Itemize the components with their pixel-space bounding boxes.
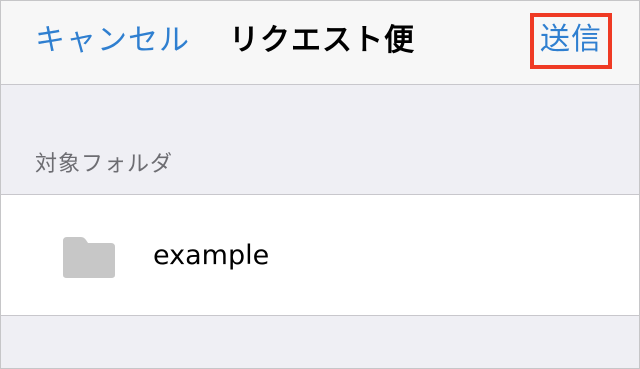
request-screen: キャンセル リクエスト便 送信 対象フォルダ example xyxy=(0,0,640,369)
send-button[interactable]: 送信 xyxy=(530,13,612,69)
folder-name: example xyxy=(153,240,270,271)
page-title: リクエスト便 xyxy=(229,23,415,58)
folder-list-item[interactable]: example xyxy=(1,194,639,316)
folder-icon xyxy=(61,235,117,279)
navigation-bar: キャンセル リクエスト便 送信 xyxy=(1,1,639,85)
cancel-button[interactable]: キャンセル xyxy=(35,19,190,63)
section-header-target-folder: 対象フォルダ xyxy=(35,152,174,177)
